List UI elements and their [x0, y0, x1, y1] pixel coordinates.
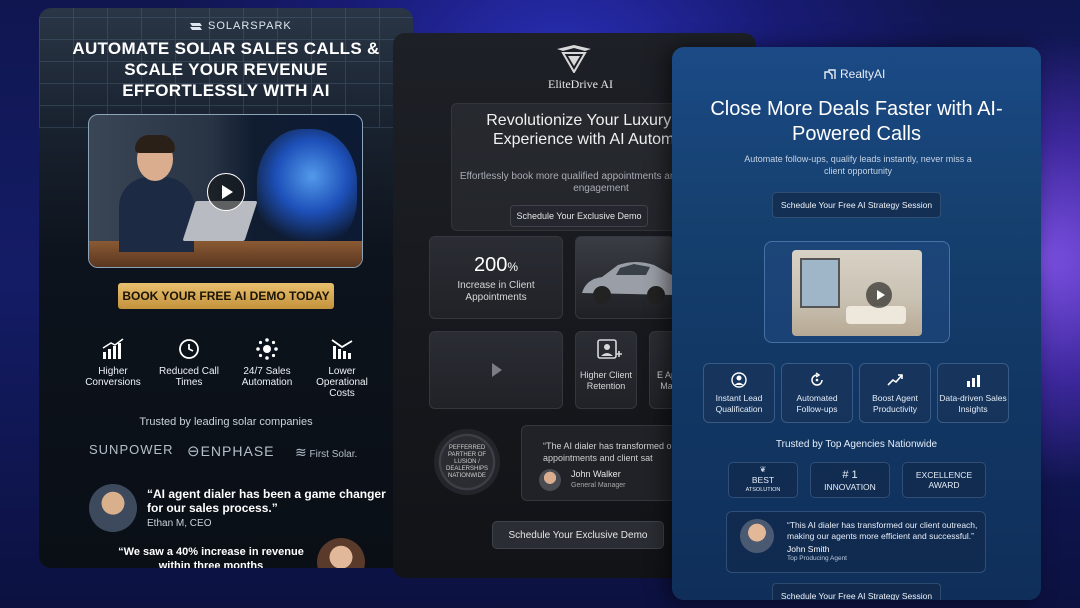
- award-excellence: EXCELLENCE AWARD: [902, 462, 986, 498]
- solar-trusted-by: Trusted by leading solar companies: [139, 416, 313, 428]
- play-icon[interactable]: [207, 173, 245, 211]
- book-demo-button[interactable]: BOOK YOUR FREE AI DEMO TODAY: [118, 283, 334, 309]
- feature-agent-productivity: Boost Agent Productivity: [859, 363, 931, 423]
- stat-value: 200%: [473, 254, 519, 276]
- testimonial-2-avatar: [317, 538, 365, 568]
- first-solar-logo: ≋ First Solar.: [295, 444, 358, 460]
- realty-testimonial-name: John Smith: [787, 544, 830, 554]
- realtyai-ad-panel: RealtyAI Close More Deals Faster with AI…: [672, 47, 1041, 600]
- refresh-icon: [811, 372, 823, 386]
- strategy-session-button-top[interactable]: Schedule Your Free AI Strategy Session: [772, 192, 941, 218]
- award-innovation: # 1 INNOVATION: [810, 462, 890, 498]
- realty-trusted-by: Trusted by Top Agencies Nationwide: [775, 439, 938, 450]
- elite-video-card[interactable]: [429, 331, 563, 409]
- clock-icon: [179, 339, 199, 359]
- feature-lower-costs: Lower Operational Costs: [302, 338, 382, 399]
- gear-icon: [256, 338, 278, 360]
- solar-logo-icon: [190, 23, 202, 30]
- bar-chart-icon: [967, 375, 980, 387]
- user-circle-icon: [731, 372, 747, 388]
- feature-sales-insights: Data-driven Sales Insights: [937, 363, 1009, 423]
- user-add-icon: [597, 339, 622, 359]
- trend-up-icon: [887, 374, 903, 386]
- chart-down-icon: [331, 339, 353, 359]
- feature-lead-qualification: Instant Lead Qualification: [703, 363, 775, 423]
- realty-house-icon: [824, 68, 836, 79]
- solar-headline: AUTOMATE SOLAR SALES CALLS & SCALE YOUR …: [72, 39, 380, 100]
- solarspark-ad-panel: SOLARSPARK AUTOMATE SOLAR SALES CALLS & …: [39, 8, 413, 568]
- feature-automated-followups: Automated Follow-ups: [781, 363, 853, 423]
- luxury-car-image: [575, 236, 675, 319]
- living-room-image: [792, 250, 922, 336]
- john-walker-avatar: [539, 469, 561, 491]
- play-icon[interactable]: [866, 282, 892, 308]
- bar-chart-icon: [102, 338, 124, 359]
- solar-brand-name: SOLARSPARK: [208, 20, 292, 32]
- realty-headline: Close More Deals Faster with AI-Powered …: [710, 98, 1003, 145]
- schedule-demo-button-top[interactable]: Schedule Your Exclusive Demo: [510, 205, 648, 227]
- preferred-partner-badge: PEFFERRED PARTHER OF LUSION / DEALERSHIP…: [434, 429, 500, 495]
- award-best-solution: ❦ BEST ATSOLUTION: [728, 462, 798, 498]
- solar-video-thumbnail[interactable]: [88, 114, 363, 268]
- ai-head-image: [257, 129, 357, 247]
- strategy-session-button-bottom[interactable]: Schedule Your Free AI Strategy Session: [772, 583, 941, 600]
- elitedrive-shield-icon: [557, 45, 591, 73]
- enphase-logo: ⊖ENPHASE: [187, 443, 275, 460]
- feature-reduced-call-times: Reduced Call Times: [149, 338, 229, 388]
- schedule-demo-button-bottom[interactable]: Schedule Your Exclusive Demo: [492, 521, 664, 549]
- solar-testimonial-2: “We saw a 40% increase in revenue within…: [118, 546, 304, 568]
- elite-testimonial-role: General Manager: [571, 482, 626, 489]
- elite-testimonial-name: John Walker: [571, 469, 621, 479]
- laurel-icon: ❦: [759, 465, 767, 474]
- solar-testimonial-1: “AI agent dialer has been a game changer…: [147, 487, 386, 515]
- play-icon[interactable]: [430, 332, 564, 410]
- ethan-avatar: [89, 484, 137, 532]
- feature-sales-automation: 24/7 Sales Automation: [227, 338, 307, 388]
- realty-testimonial-role: Top Producing Agent: [787, 555, 847, 562]
- john-smith-avatar: [740, 519, 774, 553]
- solar-testimonial-1-author: Ethan M, CEO: [147, 518, 212, 529]
- stat-label: Increase in Client Appointments: [457, 280, 535, 303]
- salesman-image: [119, 135, 194, 252]
- realty-brand-name: RealtyAI: [840, 67, 886, 81]
- realtyai-logo: RealtyAI: [824, 67, 885, 81]
- first-solar-wave-icon: ≋: [295, 444, 307, 460]
- feature-higher-conversions: Higher Conversions: [73, 338, 153, 388]
- realty-testimonial-text: “This AI dialer has transformed our clie…: [787, 520, 978, 541]
- realty-subheadline: Automate follow-ups, qualify leads insta…: [744, 154, 972, 176]
- solarspark-logo: SOLARSPARK: [189, 20, 292, 32]
- sunpower-logo: SUNPOWER: [89, 442, 174, 457]
- car-image: [582, 262, 674, 304]
- client-retention-label: Higher Client Retention: [579, 370, 633, 391]
- realty-video-thumbnail[interactable]: [764, 241, 950, 343]
- stat-card: [429, 236, 563, 319]
